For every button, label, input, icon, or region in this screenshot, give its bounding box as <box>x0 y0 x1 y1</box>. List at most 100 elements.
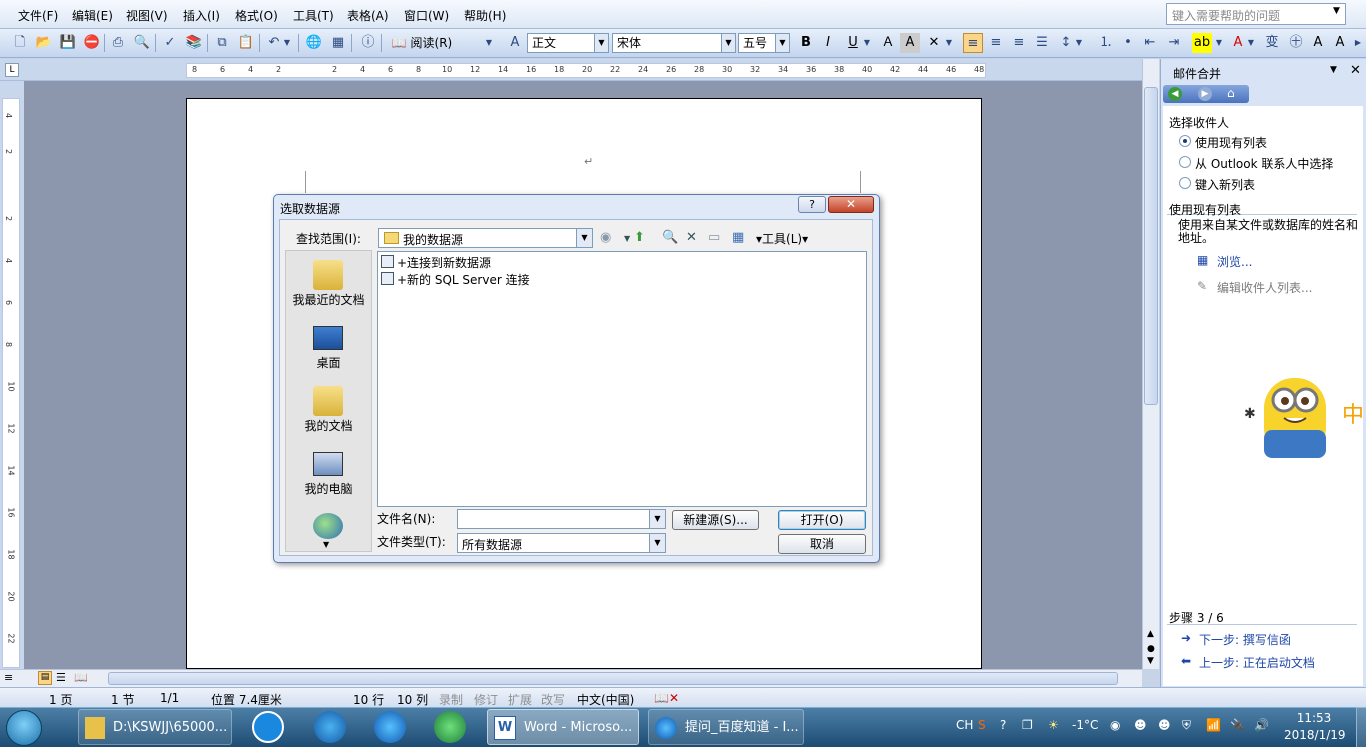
task-word[interactable]: W Word - Microso... <box>487 709 639 745</box>
underline-icon[interactable]: U <box>843 33 863 53</box>
dialog-help-button[interactable]: ? <box>798 196 826 213</box>
radio-existing-list-label[interactable]: 使用现有列表 <box>1195 134 1267 151</box>
reading-view-icon[interactable]: 📖 <box>74 671 88 684</box>
new-source-button[interactable]: 新建源(S)... <box>672 510 759 530</box>
permission-icon[interactable]: ⛔ <box>82 33 102 53</box>
scroll-down-icon[interactable]: ▼ <box>323 540 329 549</box>
desktop-icon[interactable] <box>313 326 343 350</box>
filetype-select[interactable]: 所有数据源 ▼ <box>457 533 666 553</box>
help-icon[interactable]: ⓘ <box>358 33 378 53</box>
phonetic-guide-icon[interactable]: 变 <box>1262 33 1282 53</box>
place-recent[interactable]: 我最近的文档 <box>286 291 371 308</box>
horizontal-scrollbar[interactable]: ≡ ▤ ☰ 📖 <box>0 669 1142 687</box>
help-search-input[interactable]: 键入需要帮助的问题 ▼ <box>1166 3 1346 25</box>
shield-icon[interactable]: ⛨ <box>1182 718 1191 733</box>
file-item-new-sql-server[interactable]: +新的 SQL Server 连接 <box>381 271 530 288</box>
prev-step-link[interactable]: 上一步: 正在启动文档 <box>1199 654 1315 671</box>
copy-icon[interactable]: ⧉ <box>212 33 232 53</box>
save-icon[interactable]: 💾 <box>58 33 78 53</box>
place-desktop[interactable]: 桌面 <box>286 354 371 371</box>
chevron-down-icon[interactable]: ▼ <box>649 534 665 552</box>
dialog-close-button[interactable]: ✕ <box>828 196 874 213</box>
radio-existing-list[interactable] <box>1179 135 1191 147</box>
chrome-tray-icon[interactable]: ◉ <box>1110 718 1120 732</box>
spelling-status-icon[interactable]: 📖✕ <box>654 691 679 705</box>
radio-new-list[interactable] <box>1179 177 1191 189</box>
align-center-icon[interactable]: ≡ <box>986 33 1006 53</box>
media-player-icon[interactable] <box>434 711 466 743</box>
chevron-down-icon[interactable]: ▼ <box>282 33 292 53</box>
close-icon[interactable]: ✕ <box>1350 63 1361 78</box>
normal-view-icon[interactable]: ≡ <box>4 671 13 684</box>
menu-table[interactable]: 表格(A) <box>347 7 389 24</box>
file-list[interactable] <box>377 251 867 507</box>
chevron-down-icon[interactable]: ▼ <box>1333 6 1347 22</box>
search-web-icon[interactable]: 🔍 <box>662 230 678 245</box>
undo-icon[interactable]: ↶ <box>264 33 284 53</box>
chevron-down-icon[interactable]: ▼ <box>775 34 789 52</box>
chevron-down-icon[interactable]: ▼ <box>1074 33 1084 53</box>
my-documents-icon[interactable] <box>313 386 343 416</box>
radio-new-list-label[interactable]: 键入新列表 <box>1195 176 1255 193</box>
next-page-icon[interactable]: ▼ <box>1147 656 1154 666</box>
power-icon[interactable]: 🔌 <box>1230 718 1245 732</box>
distributed-align-icon[interactable]: ☰ <box>1032 33 1052 53</box>
status-mode-overtype[interactable]: 改写 <box>541 691 565 708</box>
windows-icon[interactable]: ❐ <box>1022 718 1033 732</box>
start-button[interactable] <box>6 710 42 746</box>
browse-link[interactable]: 浏览... <box>1217 253 1252 270</box>
read-mode-button[interactable]: 📖 阅读(R) <box>387 33 457 53</box>
back-icon[interactable]: ◀ <box>1168 87 1182 101</box>
back-icon[interactable]: ◉ <box>600 230 611 245</box>
my-computer-icon[interactable] <box>313 452 343 476</box>
menu-view[interactable]: 视图(V) <box>126 7 168 24</box>
scrollbar-thumb[interactable] <box>108 672 1118 685</box>
chevron-down-icon[interactable]: ▼ <box>721 34 735 52</box>
radio-outlook-contacts[interactable] <box>1179 156 1191 168</box>
next-step-link[interactable]: 下一步: 撰写信函 <box>1199 631 1291 648</box>
sogou-icon[interactable]: S <box>978 718 986 732</box>
chevron-down-icon[interactable]: ▼ <box>649 510 665 528</box>
qq-icon[interactable]: ☻ <box>1134 718 1147 732</box>
chevron-down-icon[interactable]: ▼ <box>576 229 592 247</box>
chevron-down-icon[interactable]: ▼ <box>624 234 630 243</box>
dialog-tools-menu[interactable]: ▾工具(L)▾ <box>756 230 808 247</box>
select-browse-object-icon[interactable]: ● <box>1147 644 1155 654</box>
print-preview-icon[interactable]: 🔍 <box>132 33 152 53</box>
outline-view-icon[interactable]: ☰ <box>56 671 66 684</box>
increase-indent-icon[interactable]: ⇥ <box>1164 33 1184 53</box>
weather-icon[interactable]: ☀ <box>1048 718 1059 732</box>
menu-help[interactable]: 帮助(H) <box>464 7 506 24</box>
status-mode-record[interactable]: 录制 <box>439 691 463 708</box>
open-folder-icon[interactable]: 📂 <box>34 33 54 53</box>
globe-link-icon[interactable]: 🌐 <box>304 33 324 53</box>
kugou-icon[interactable] <box>252 711 284 743</box>
style-select[interactable]: 正文 ▼ <box>527 33 609 53</box>
toolbar-options-icon[interactable]: ▶ <box>1352 33 1364 53</box>
chevron-down-icon[interactable]: ▼ <box>862 33 872 53</box>
italic-icon[interactable]: I <box>818 33 838 53</box>
open-button[interactable]: 打开(O) <box>778 510 866 530</box>
menu-edit[interactable]: 编辑(E) <box>72 7 113 24</box>
chevron-down-icon[interactable]: ▼ <box>1330 65 1337 75</box>
toolbar-options-icon[interactable]: ▼ <box>484 33 494 53</box>
qq-icon[interactable]: ☻ <box>1158 718 1171 732</box>
edit-recipients-link[interactable]: 编辑收件人列表... <box>1217 279 1312 296</box>
vertical-scrollbar[interactable]: ▲ ● ▼ <box>1142 59 1159 669</box>
char-shading-icon[interactable]: A <box>900 33 920 53</box>
bold-icon[interactable]: B <box>796 33 816 53</box>
new-document-icon[interactable]: 🗋 <box>10 33 30 53</box>
status-mode-track[interactable]: 修订 <box>474 691 498 708</box>
font-color-icon[interactable]: A <box>1228 33 1248 53</box>
print-layout-icon[interactable]: ▤ <box>38 671 52 685</box>
enclose-char-icon[interactable]: ㊉ <box>1286 33 1306 53</box>
horizontal-ruler[interactable]: 8 6 4 2 2 4 6 8 10 12 14 16 18 20 22 24 … <box>186 63 986 78</box>
scrollbar-thumb[interactable] <box>1144 87 1158 405</box>
new-folder-icon[interactable]: ▭ <box>708 230 720 245</box>
place-my-computer[interactable]: 我的电脑 <box>286 480 371 497</box>
task-browser[interactable]: 提问_百度知道 - I... <box>648 709 804 745</box>
menu-format[interactable]: 格式(O) <box>235 7 278 24</box>
print-icon[interactable]: ⎙ <box>108 33 128 53</box>
home-icon[interactable]: ⌂ <box>1227 86 1235 100</box>
chevron-down-icon[interactable]: ▼ <box>1214 33 1224 53</box>
